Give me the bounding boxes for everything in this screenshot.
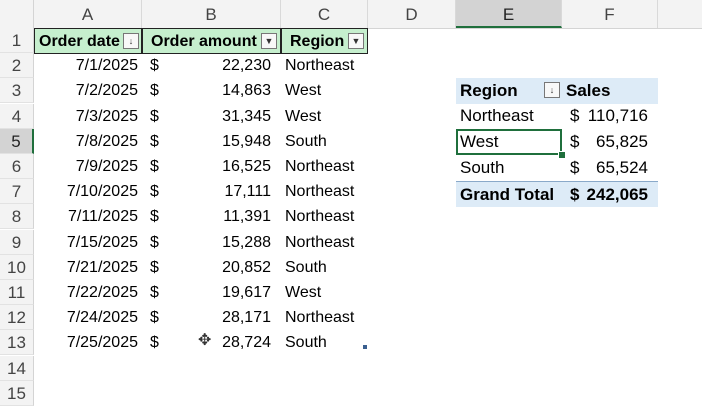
select-all-corner[interactable] <box>0 0 34 28</box>
cell-order-date[interactable]: 7/22/2025 <box>34 280 142 305</box>
cell-currency-symbol[interactable]: $ <box>142 129 162 154</box>
row-header-8[interactable]: 8 <box>0 204 34 230</box>
row-header-4[interactable]: 4 <box>0 103 34 129</box>
cell-order-amount[interactable]: 20,852 <box>162 255 281 280</box>
currency-symbol: $ <box>570 106 580 125</box>
currency-symbol: $ <box>570 158 580 177</box>
cell-currency-symbol[interactable]: $ <box>142 104 162 129</box>
row-header-3[interactable]: 3 <box>0 78 34 104</box>
column-header-b[interactable]: B <box>142 0 281 28</box>
pivot-grand-total-value: $ 242,065 <box>562 181 658 207</box>
column-header-e[interactable]: E <box>456 0 562 28</box>
cell-region[interactable]: Northeast <box>281 204 368 229</box>
column-header-f[interactable]: F <box>562 0 658 28</box>
spreadsheet-grid[interactable]: A B C D E F 1 2 3 4 5 6 7 8 9 10 11 12 13 14 15 Order … <box>0 0 702 406</box>
cell-currency-symbol[interactable]: $ <box>142 330 162 355</box>
row-header-6[interactable]: 6 <box>0 154 34 179</box>
cell-region[interactable]: Northeast <box>281 154 368 179</box>
column-header-d[interactable]: D <box>368 0 456 28</box>
cell-currency-symbol[interactable]: $ <box>142 53 162 78</box>
pivot-header-region: Region ↓ <box>456 78 562 104</box>
cell-order-date[interactable]: 7/11/2025 <box>34 204 142 229</box>
cell-order-amount[interactable]: 11,391 <box>162 204 281 229</box>
cell-currency-symbol[interactable]: $ <box>142 179 162 204</box>
cell-order-date[interactable]: 7/24/2025 <box>34 305 142 330</box>
table-resize-handle[interactable] <box>363 345 367 349</box>
pivot-row-value[interactable]: $110,716 <box>562 103 658 129</box>
cell-order-amount[interactable]: 28,171 <box>162 305 281 330</box>
row-header-9[interactable]: 9 <box>0 229 34 255</box>
table-header-order-date: Order date ↓ <box>34 28 142 54</box>
cell-order-date[interactable]: 7/25/2025 <box>34 330 142 355</box>
cell-currency-symbol[interactable]: $ <box>142 255 162 280</box>
cell-region[interactable]: Northeast <box>281 53 368 78</box>
cell-order-amount[interactable]: 15,948 <box>162 129 281 154</box>
cell-currency-symbol[interactable]: $ <box>142 305 162 330</box>
cell-order-date[interactable]: 7/21/2025 <box>34 255 142 280</box>
cursor-move-icon: ✥ <box>198 332 212 349</box>
pivot-amount: 65,825 <box>596 132 648 151</box>
cell-region[interactable]: West <box>281 104 368 129</box>
cell-region[interactable]: West <box>281 78 368 103</box>
cell-order-amount[interactable]: 17,111 <box>162 179 281 204</box>
cell-currency-symbol[interactable]: $ <box>142 78 162 103</box>
pivot-amount: 65,524 <box>596 158 648 177</box>
cell-order-amount[interactable]: 19,617 <box>162 280 281 305</box>
row-header-1[interactable]: 1 <box>0 28 34 53</box>
pivot-sort-filter-icon[interactable]: ↓ <box>544 82 560 98</box>
row-header-15[interactable]: 15 <box>0 380 34 406</box>
pivot-amount: 110,716 <box>587 106 648 125</box>
cell-currency-symbol[interactable]: $ <box>142 154 162 179</box>
cell-order-amount[interactable]: 22,230 <box>162 53 281 78</box>
cell-region[interactable]: South <box>281 330 368 355</box>
cell-region[interactable]: Northeast <box>281 179 368 204</box>
cell-order-date[interactable]: 7/3/2025 <box>34 104 142 129</box>
table-header-order-amount: Order amount ▼ <box>142 28 281 54</box>
cell-order-date[interactable]: 7/8/2025 <box>34 129 142 154</box>
cell-order-amount[interactable]: 28,724 <box>162 330 281 355</box>
pivot-row-label[interactable]: Northeast <box>456 103 562 129</box>
cell-order-date[interactable]: 7/9/2025 <box>34 154 142 179</box>
pivot-header-sales: Sales <box>562 78 658 104</box>
cell-currency-symbol[interactable]: $ <box>142 280 162 305</box>
cell-region[interactable]: South <box>281 129 368 154</box>
row-header-13[interactable]: 13 <box>0 330 34 356</box>
cell-currency-symbol[interactable]: $ <box>142 204 162 229</box>
cell-order-date[interactable]: 7/10/2025 <box>34 179 142 204</box>
pivot-row-label[interactable]: South <box>456 155 562 181</box>
currency-symbol: $ <box>570 132 580 151</box>
active-cell-outline[interactable] <box>456 129 562 155</box>
cell-order-date[interactable]: 7/1/2025 <box>34 53 142 78</box>
cell-region[interactable]: West <box>281 280 368 305</box>
filter-dropdown-icon[interactable]: ▼ <box>261 33 277 49</box>
grand-total-amount: 242,065 <box>586 185 648 204</box>
row-header-11[interactable]: 11 <box>0 280 34 305</box>
pivot-row-value[interactable]: $65,524 <box>562 155 658 181</box>
cell-order-amount[interactable]: 31,345 <box>162 104 281 129</box>
row-header-2[interactable]: 2 <box>0 53 34 79</box>
fill-handle[interactable] <box>558 151 566 159</box>
row-header-14[interactable]: 14 <box>0 355 34 381</box>
cell-order-amount[interactable]: 14,863 <box>162 78 281 103</box>
filter-dropdown-icon[interactable]: ▼ <box>348 33 364 49</box>
cell-order-amount[interactable]: 16,525 <box>162 154 281 179</box>
column-header-c[interactable]: C <box>281 0 368 28</box>
cell-order-date[interactable]: 7/2/2025 <box>34 78 142 103</box>
sort-filter-dropdown-icon[interactable]: ↓ <box>123 33 139 49</box>
row-header-12[interactable]: 12 <box>0 305 34 331</box>
cell-region[interactable]: Northeast <box>281 305 368 330</box>
cell-order-amount[interactable]: 15,288 <box>162 230 281 255</box>
cell-order-date[interactable]: 7/15/2025 <box>34 230 142 255</box>
row-header-10[interactable]: 10 <box>0 254 34 280</box>
pivot-grand-total-label: Grand Total <box>456 181 562 207</box>
row-header-5[interactable]: 5 <box>0 128 34 154</box>
cell-region[interactable]: South <box>281 255 368 280</box>
cell-region[interactable]: Northeast <box>281 230 368 255</box>
cell-currency-symbol[interactable]: $ <box>142 230 162 255</box>
table-header-region: Region ▼ <box>281 28 368 54</box>
column-header-a[interactable]: A <box>34 0 142 28</box>
pivot-row-value[interactable]: $65,825 <box>562 129 658 155</box>
currency-symbol: $ <box>570 185 580 204</box>
row-header-7[interactable]: 7 <box>0 179 34 205</box>
